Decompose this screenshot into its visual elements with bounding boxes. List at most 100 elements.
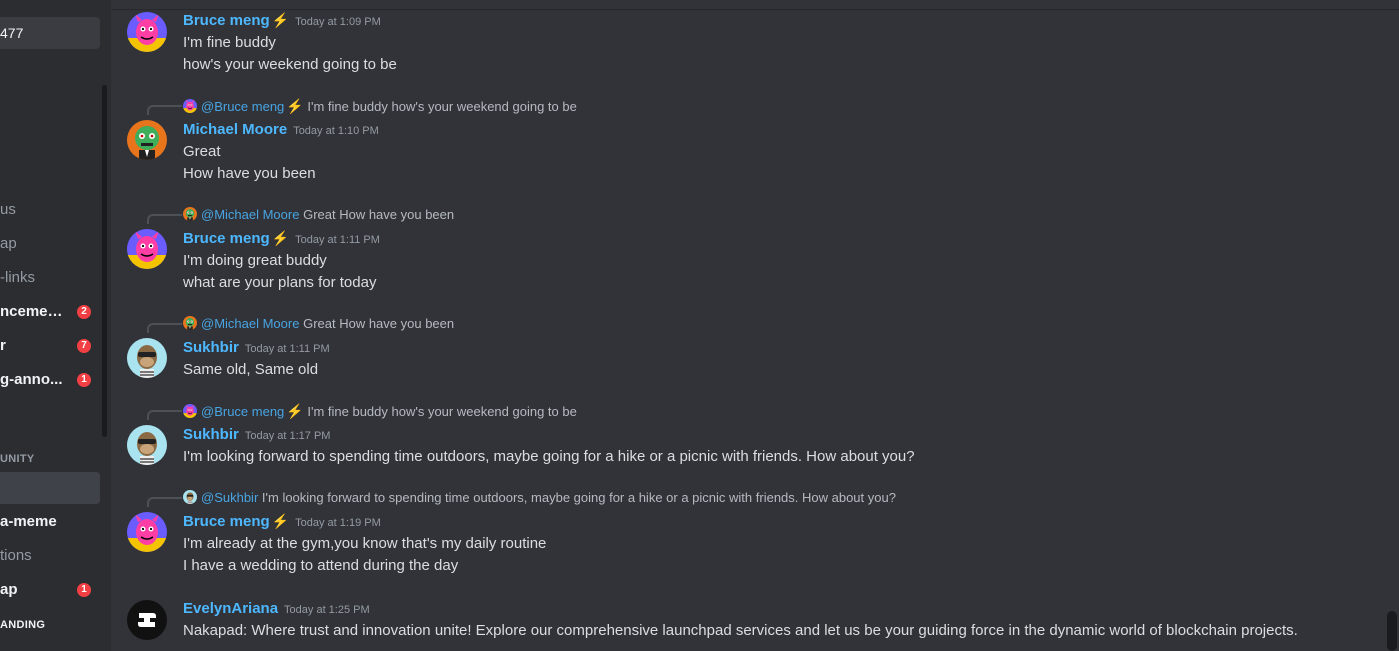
header-divider (111, 0, 1399, 10)
username[interactable]: Bruce meng (183, 513, 270, 530)
message-header: Bruce meng ⚡ Today at 1:09 PM (183, 12, 381, 29)
messages-scrollbar-track[interactable] (1385, 10, 1399, 651)
reply-username[interactable]: @Michael Moore (201, 207, 299, 222)
message: @Sukhbir I'm looking forward to spending… (111, 490, 1381, 580)
timestamp[interactable]: Today at 1:17 PM (245, 430, 331, 442)
message-line: Nakapad: Where trust and innovation unit… (183, 622, 1298, 639)
message-line: I have a wedding to attend during the da… (183, 557, 459, 574)
reply-username[interactable]: @Bruce meng (201, 99, 284, 114)
message: @Michael Moore Great How have you been S… (111, 316, 1381, 386)
reply-username[interactable]: @Bruce meng (201, 404, 284, 419)
channel-item[interactable]: tions (0, 540, 100, 572)
channel-item[interactable]: ap (0, 228, 100, 260)
reply-username[interactable]: @Michael Moore (201, 316, 299, 331)
reply-text: I'm looking forward to spending time out… (261, 490, 896, 505)
category-header[interactable]: ANDING (0, 619, 45, 631)
user-avatar[interactable] (127, 229, 167, 269)
channel-item[interactable]: r7 (0, 330, 100, 362)
reply-spine (147, 410, 182, 420)
reply-preview[interactable]: @Michael Moore Great How have you been (183, 316, 454, 332)
category-header[interactable]: UNITY (0, 453, 35, 465)
message-line: I'm fine buddy (183, 34, 276, 51)
message: @Bruce meng ⚡ I'm fine buddy how's your w… (111, 403, 1381, 473)
username[interactable]: Sukhbir (183, 339, 239, 356)
reply-text: I'm fine buddy how's your weekend going … (307, 99, 577, 114)
mention-badge: 7 (77, 339, 91, 353)
timestamp[interactable]: Today at 1:10 PM (293, 125, 379, 137)
timestamp[interactable]: Today at 1:25 PM (284, 604, 370, 616)
channel-item[interactable]: ncemen... 2 (0, 296, 100, 328)
timestamp[interactable]: Today at 1:11 PM (245, 343, 330, 355)
reply-username[interactable]: @Sukhbir (201, 490, 258, 505)
message: EvelynAriana Today at 1:25 PM Nakapad: Wh… (111, 598, 1381, 651)
channel-label: ap (0, 581, 18, 598)
message-line: Same old, Same old (183, 361, 319, 378)
reply-avatar (183, 99, 197, 113)
channel-item-selected[interactable] (0, 472, 100, 504)
sidebar-top-label: 477 (0, 25, 24, 41)
channel-label: a-meme (0, 513, 57, 530)
channel-label: -links (0, 269, 36, 286)
channel-item[interactable]: g-anno... 1 (0, 364, 100, 396)
message-header: Michael Moore Today at 1:10 PM (183, 121, 379, 138)
user-avatar[interactable] (127, 600, 167, 640)
reply-text: Great How have you been (303, 207, 455, 222)
user-avatar[interactable] (127, 120, 167, 160)
username[interactable]: EvelynAriana (183, 600, 278, 617)
message-header: Sukhbir Today at 1:17 PM (183, 426, 330, 443)
lightning-icon: ⚡ (271, 12, 290, 28)
username[interactable]: Bruce meng (183, 12, 270, 29)
sidebar-scrollbar[interactable] (102, 85, 107, 437)
channel-item[interactable]: a-meme (0, 506, 100, 538)
timestamp[interactable]: Today at 1:09 PM (295, 16, 381, 28)
reply-avatar (183, 404, 197, 418)
channel-item[interactable]: -links (0, 262, 100, 294)
channel-sidebar: 477 us ap -links ncemen... 2 r7 g-anno...… (0, 0, 111, 651)
channel-label: us (0, 201, 16, 218)
reply-preview[interactable]: @Bruce meng ⚡ I'm fine buddy how's your w… (183, 403, 577, 419)
timestamp[interactable]: Today at 1:19 PM (295, 517, 381, 529)
message-line: how's your weekend going to be (183, 56, 397, 73)
username[interactable]: Michael Moore (183, 121, 287, 138)
channel-item[interactable]: us (0, 194, 100, 226)
reply-text: Great How have you been (303, 316, 455, 331)
reply-avatar (183, 207, 197, 221)
message-line: I'm looking forward to spending time out… (183, 448, 915, 465)
lightning-icon: ⚡ (286, 98, 304, 114)
reply-spine (147, 214, 182, 224)
reply-preview[interactable]: @Bruce meng ⚡ I'm fine buddy how's your w… (183, 98, 577, 114)
reply-preview[interactable]: @Sukhbir I'm looking forward to spending… (183, 490, 896, 506)
message-line: I'm already at the gym,you know that's m… (183, 535, 547, 552)
sidebar-top-item[interactable]: 477 (0, 17, 100, 49)
message-header: Sukhbir Today at 1:11 PM (183, 339, 330, 356)
reply-spine (147, 497, 182, 507)
username[interactable]: Bruce meng (183, 230, 270, 247)
message-line: I'm doing great buddy (183, 252, 327, 269)
user-avatar[interactable] (127, 338, 167, 378)
channel-label: r (0, 337, 6, 354)
messages-scrollbar-thumb[interactable] (1387, 611, 1397, 651)
message-header: Bruce meng ⚡ Today at 1:19 PM (183, 513, 381, 530)
message: Bruce meng ⚡ Today at 1:09 PM I'm fine bud… (111, 10, 1381, 90)
message: @Bruce meng ⚡ I'm fine buddy how's your w… (111, 98, 1381, 188)
message-header: Bruce meng ⚡ Today at 1:11 PM (183, 230, 380, 247)
mention-badge: 1 (77, 583, 91, 597)
lightning-icon: ⚡ (286, 403, 304, 419)
message-line: Great (183, 143, 221, 160)
mention-badge: 1 (77, 373, 91, 387)
channel-label: tions (0, 547, 32, 564)
message-line: How have you been (183, 165, 316, 182)
channel-label: g-anno... (0, 371, 63, 388)
reply-text: I'm fine buddy how's your weekend going … (307, 404, 577, 419)
user-avatar[interactable] (127, 512, 167, 552)
reply-preview[interactable]: @Michael Moore Great How have you been (183, 207, 454, 223)
user-avatar[interactable] (127, 12, 167, 52)
channel-item[interactable]: ap 1 (0, 574, 100, 606)
lightning-icon: ⚡ (271, 513, 290, 529)
channel-label: ap (0, 235, 17, 252)
reply-spine (147, 105, 182, 115)
reply-spine (147, 323, 182, 333)
username[interactable]: Sukhbir (183, 426, 239, 443)
timestamp[interactable]: Today at 1:11 PM (295, 234, 380, 246)
user-avatar[interactable] (127, 425, 167, 465)
